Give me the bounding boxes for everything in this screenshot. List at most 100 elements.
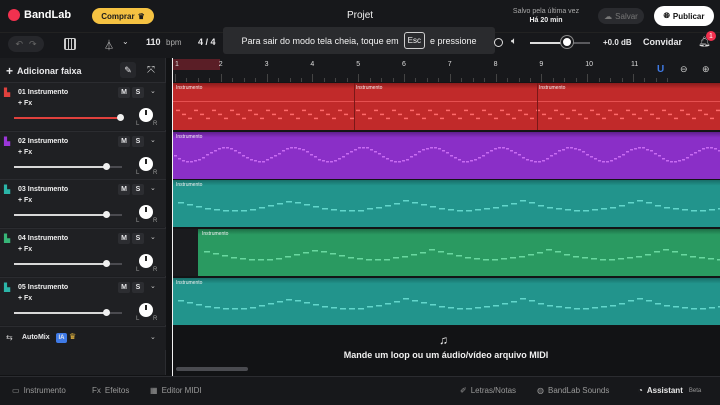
mute-button[interactable]: M xyxy=(118,87,130,98)
bpm-value[interactable]: 110 xyxy=(146,37,161,47)
add-fx-button[interactable]: + Fx xyxy=(18,149,32,156)
midi-note xyxy=(394,203,400,205)
add-track-button[interactable]: + Adicionar faixa xyxy=(6,63,94,79)
track-name[interactable]: 01 Instrumento xyxy=(18,89,68,96)
track-header[interactable]: ▙ 01 Instrumento + Fx M S ⌄ L R xyxy=(0,82,166,130)
track-header[interactable]: ▙ 05 Instrumento + Fx M S ⌄ L R xyxy=(0,277,166,325)
midi-note xyxy=(632,113,636,116)
midi-clip[interactable]: Instrumento xyxy=(172,83,720,130)
zoom-out-icon[interactable]: ⊖ xyxy=(680,64,688,75)
solo-button[interactable]: S xyxy=(132,184,144,195)
snap-magnet-icon[interactable]: U xyxy=(657,64,664,75)
chevron-down-icon[interactable]: ⌄ xyxy=(150,184,156,192)
track-volume-knob[interactable] xyxy=(103,260,110,267)
effects-tab[interactable]: Fx Efeitos xyxy=(92,386,129,395)
pan-knob[interactable] xyxy=(139,254,153,268)
midi-editor-icon: ▦ xyxy=(150,386,158,395)
publish-button[interactable]: 🌐︎ Publicar xyxy=(654,6,714,26)
pan-knob[interactable] xyxy=(139,205,153,219)
record-icon[interactable] xyxy=(494,38,503,47)
midi-note xyxy=(290,113,294,116)
solo-button[interactable]: S xyxy=(132,282,144,293)
midi-note xyxy=(294,254,300,256)
track-name[interactable]: 04 Instrumento xyxy=(18,235,68,242)
solo-button[interactable]: S xyxy=(132,136,144,147)
add-fx-button[interactable]: + Fx xyxy=(18,246,32,253)
midi-note xyxy=(392,109,396,112)
buy-button[interactable]: Comprar ♛ xyxy=(92,8,154,24)
midi-note xyxy=(450,155,453,157)
midi-note xyxy=(506,113,510,116)
save-button[interactable]: ☁ Salvar xyxy=(598,8,644,24)
track-volume-knob[interactable] xyxy=(103,211,110,218)
add-fx-button[interactable]: + Fx xyxy=(18,100,32,107)
zoom-in-icon[interactable]: ⊕ xyxy=(702,64,710,75)
pan-knob[interactable] xyxy=(139,303,153,317)
bandlab-logo[interactable]: BandLab xyxy=(8,9,71,21)
playhead[interactable] xyxy=(172,58,173,376)
project-title[interactable]: Projet xyxy=(330,10,390,21)
midi-note xyxy=(223,308,229,310)
piano-icon[interactable] xyxy=(64,38,76,50)
midi-note xyxy=(296,117,300,120)
master-volume-knob[interactable] xyxy=(561,36,573,48)
solo-button[interactable]: S xyxy=(132,87,144,98)
midi-note xyxy=(314,156,317,158)
horizontal-scrollbar[interactable] xyxy=(176,367,248,371)
mute-button[interactable]: M xyxy=(118,282,130,293)
midi-note xyxy=(442,150,445,152)
invite-button[interactable]: Convidar xyxy=(643,37,682,47)
mute-button[interactable]: M xyxy=(118,184,130,195)
redo-icon[interactable]: ↷ xyxy=(29,39,37,50)
midi-note xyxy=(678,160,681,162)
chevron-down-icon[interactable]: ⌄ xyxy=(150,233,156,241)
midi-note xyxy=(642,147,645,149)
midi-note xyxy=(570,147,573,149)
magic-wand-icon[interactable]: ✎ xyxy=(120,62,136,78)
instrument-tab[interactable]: ▭ Instrumento xyxy=(12,386,66,395)
midi-note xyxy=(386,117,390,120)
pan-knob[interactable] xyxy=(139,108,153,122)
pan-knob[interactable] xyxy=(139,157,153,171)
midi-clip[interactable]: Instrumento xyxy=(172,132,720,179)
midi-clip[interactable]: Instrumento xyxy=(172,180,720,227)
track-volume-knob[interactable] xyxy=(103,163,110,170)
track-name[interactable]: 03 Instrumento xyxy=(18,186,68,193)
track-header[interactable]: ▙ 03 Instrumento + Fx M S ⌄ L R xyxy=(0,179,166,227)
track-name[interactable]: 02 Instrumento xyxy=(18,138,68,145)
fit-tracks-icon[interactable]: ⤧ xyxy=(143,62,159,78)
midi-note xyxy=(476,117,480,120)
chevron-down-icon[interactable]: ⌄ xyxy=(150,136,156,144)
undo-icon[interactable]: ↶ xyxy=(15,39,23,50)
midi-note xyxy=(278,117,282,120)
add-fx-button[interactable]: + Fx xyxy=(18,295,32,302)
chevron-down-icon[interactable]: ⌄ xyxy=(150,282,156,290)
track-volume-knob[interactable] xyxy=(103,309,110,316)
chevron-down-icon[interactable]: ⌄ xyxy=(150,87,156,95)
track-header[interactable]: ▙ 04 Instrumento + Fx M S ⌄ L R xyxy=(0,228,166,276)
chevron-down-icon[interactable]: ⌄ xyxy=(150,333,156,341)
bandlab-sounds-tab[interactable]: ◍ BandLab Sounds xyxy=(537,386,609,395)
assistant-tab[interactable]: ◔ Assistant Beta xyxy=(638,386,701,395)
midi-clip[interactable]: Instrumento xyxy=(172,278,720,325)
midi-note xyxy=(187,204,193,206)
add-fx-button[interactable]: + Fx xyxy=(18,197,32,204)
speaker-icon[interactable]: 🔈︎ xyxy=(511,36,517,47)
track-header[interactable]: ▙ 02 Instrumento + Fx M S ⌄ L R xyxy=(0,131,166,179)
undo-redo-group[interactable]: ↶ ↷ xyxy=(8,36,44,52)
midi-editor-tab[interactable]: ▦ Editor MIDI xyxy=(150,386,202,395)
loop-region[interactable] xyxy=(172,59,220,70)
midi-clip[interactable]: Instrumento xyxy=(198,229,720,276)
track-name[interactable]: 05 Instrumento xyxy=(18,284,68,291)
chevron-down-icon[interactable]: ⌄ xyxy=(122,37,129,46)
save-status: Salvo pela última vez Há 20 min xyxy=(500,7,592,25)
mute-button[interactable]: M xyxy=(118,233,130,244)
empty-lane-space[interactable] xyxy=(172,229,198,276)
track-volume-knob[interactable] xyxy=(117,114,124,121)
lyrics-tab[interactable]: ✐ Letras/Notas xyxy=(460,386,516,395)
time-signature[interactable]: 4 / 4 xyxy=(198,37,216,47)
instrument-track-icon: ▙ xyxy=(4,283,11,292)
solo-button[interactable]: S xyxy=(132,233,144,244)
mute-button[interactable]: M xyxy=(118,136,130,147)
metronome-icon[interactable]: ⏃ xyxy=(104,37,114,52)
